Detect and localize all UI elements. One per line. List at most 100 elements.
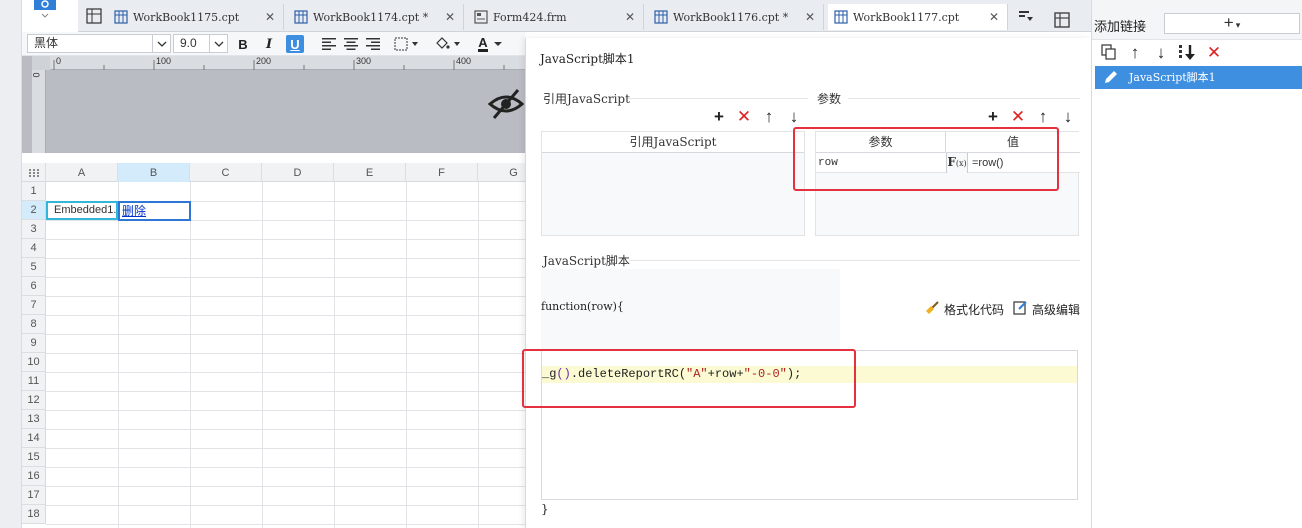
- params-section-label: 参数: [817, 92, 842, 106]
- workbook-icon: [654, 10, 668, 24]
- tab-label: WorkBook1174.cpt *: [313, 10, 429, 24]
- ruler-corner: [32, 56, 50, 70]
- row-header[interactable]: 9: [22, 334, 46, 353]
- column-header-f[interactable]: F: [406, 163, 478, 182]
- fill-color-icon[interactable]: [434, 35, 464, 53]
- column-header-c[interactable]: C: [190, 163, 262, 182]
- row-header[interactable]: 15: [22, 448, 46, 467]
- javascript-dialog: JavaScript脚本1 引用JavaScript 参数 + ✕ ↑ ↓ + …: [522, 38, 1091, 528]
- align-center-icon[interactable]: [342, 35, 360, 53]
- align-left-icon[interactable]: [320, 35, 338, 53]
- move-up-param-button[interactable]: ↑: [1034, 108, 1052, 126]
- cell-b2[interactable]: 删除: [118, 201, 191, 221]
- tab-workbook1174[interactable]: WorkBook1174.cpt * ✕: [288, 4, 464, 30]
- row-header[interactable]: 13: [22, 410, 46, 429]
- close-icon[interactable]: ✕: [625, 10, 635, 24]
- row-header[interactable]: 14: [22, 429, 46, 448]
- move-down-param-button[interactable]: ↓: [1059, 108, 1077, 126]
- add-link-button[interactable]: + ▾: [1164, 13, 1300, 34]
- script-section-label: JavaScript脚本: [543, 254, 630, 268]
- move-down-library-button[interactable]: ↓: [785, 108, 803, 126]
- params-highlight-box: [793, 127, 1059, 191]
- tab-label: WorkBook1177.cpt: [853, 10, 960, 24]
- tab-list-icon[interactable]: [1018, 9, 1034, 23]
- tab-label: WorkBook1175.cpt: [133, 10, 240, 24]
- add-param-button[interactable]: +: [984, 108, 1002, 126]
- move-up-link-button[interactable]: ↑: [1126, 44, 1144, 62]
- font-color-letter: A: [478, 35, 488, 52]
- link-list-toolbar: ↑ ↓ ✕: [1092, 42, 1302, 64]
- ruler-tick-label: 0: [31, 72, 42, 78]
- close-icon[interactable]: ✕: [265, 10, 275, 24]
- link-item-label: JavaScript脚本1: [1129, 71, 1216, 84]
- row-header[interactable]: 16: [22, 467, 46, 486]
- delete-param-button[interactable]: ✕: [1009, 108, 1027, 126]
- new-workbook-icon[interactable]: [86, 8, 102, 24]
- pencil-icon: [1103, 70, 1119, 85]
- format-code-label: 格式化代码: [944, 303, 1005, 317]
- tab-workbook1177[interactable]: WorkBook1177.cpt ✕: [828, 4, 1008, 30]
- row-header[interactable]: 1: [22, 182, 46, 201]
- move-up-library-button[interactable]: ↑: [760, 108, 778, 126]
- link-item-javascript1[interactable]: JavaScript脚本1: [1095, 66, 1302, 89]
- border-icon[interactable]: [394, 35, 422, 53]
- format-code-button[interactable]: 格式化代码: [924, 300, 1004, 319]
- column-header-b[interactable]: B: [118, 163, 190, 182]
- close-icon[interactable]: ✕: [445, 10, 455, 24]
- ruler-tick-label: 300: [356, 56, 372, 66]
- font-color-icon[interactable]: A: [474, 35, 508, 53]
- layout-icon[interactable]: [1052, 10, 1072, 30]
- row-header[interactable]: 4: [22, 239, 46, 258]
- column-header-a[interactable]: A: [46, 163, 118, 182]
- row-header[interactable]: 11: [22, 372, 46, 391]
- row-header[interactable]: 10: [22, 353, 46, 372]
- eye-hidden-icon[interactable]: [487, 88, 525, 120]
- delete-link-button[interactable]: ✕: [1205, 44, 1223, 62]
- underline-button[interactable]: U: [286, 35, 304, 53]
- row-header[interactable]: 6: [22, 277, 46, 296]
- tab-label: Form424.frm: [493, 10, 567, 24]
- copy-icon[interactable]: [1101, 44, 1119, 62]
- workbook-icon: [834, 10, 848, 24]
- add-library-button[interactable]: +: [710, 108, 728, 126]
- row-header[interactable]: 5: [22, 258, 46, 277]
- library-column-header: 引用JavaScript: [542, 132, 804, 153]
- row-header[interactable]: 17: [22, 486, 46, 505]
- chevron-down-icon: [152, 35, 170, 52]
- close-icon[interactable]: ✕: [805, 10, 815, 24]
- italic-button[interactable]: I: [260, 35, 278, 53]
- column-header-g[interactable]: G: [478, 163, 525, 182]
- row-header[interactable]: 7: [22, 296, 46, 315]
- column-header-d[interactable]: D: [262, 163, 334, 182]
- search-icon[interactable]: [32, 0, 58, 18]
- tab-workbook1176[interactable]: WorkBook1176.cpt * ✕: [648, 4, 824, 30]
- advanced-edit-button[interactable]: 高级编辑: [1013, 300, 1080, 318]
- move-bottom-icon[interactable]: [1177, 44, 1197, 62]
- delete-library-button[interactable]: ✕: [735, 108, 753, 126]
- library-section-label: 引用JavaScript: [543, 92, 630, 106]
- row-header[interactable]: 2: [22, 201, 46, 220]
- tab-workbook1175[interactable]: WorkBook1175.cpt ✕: [108, 4, 284, 30]
- edit-document-icon: [1013, 300, 1028, 318]
- select-all-corner[interactable]: [22, 163, 46, 182]
- cell-a2[interactable]: Embedded1.: [46, 201, 118, 220]
- spreadsheet-grid: A B C D E F G 1 2 3 4 5 6 7 8 9 10 11 12…: [22, 163, 525, 528]
- bold-button[interactable]: B: [234, 35, 252, 53]
- row-header[interactable]: 3: [22, 220, 46, 239]
- add-link-label: 添加链接: [1094, 19, 1147, 34]
- broom-icon: [924, 300, 940, 319]
- close-icon[interactable]: ✕: [989, 10, 999, 24]
- vertical-ruler: 0: [32, 70, 46, 153]
- library-list[interactable]: 引用JavaScript: [541, 131, 805, 236]
- align-right-icon[interactable]: [364, 35, 382, 53]
- ruler-tick-label: 400: [456, 56, 472, 66]
- report-design-area: [22, 56, 525, 153]
- font-size-select[interactable]: 9.0: [173, 34, 228, 53]
- font-family-select[interactable]: 黑体: [27, 34, 171, 53]
- row-header[interactable]: 12: [22, 391, 46, 410]
- tab-form424[interactable]: Form424.frm ✕: [468, 4, 644, 30]
- row-header[interactable]: 18: [22, 505, 46, 524]
- move-down-link-button[interactable]: ↓: [1152, 44, 1170, 62]
- column-header-e[interactable]: E: [334, 163, 406, 182]
- row-header[interactable]: 8: [22, 315, 46, 334]
